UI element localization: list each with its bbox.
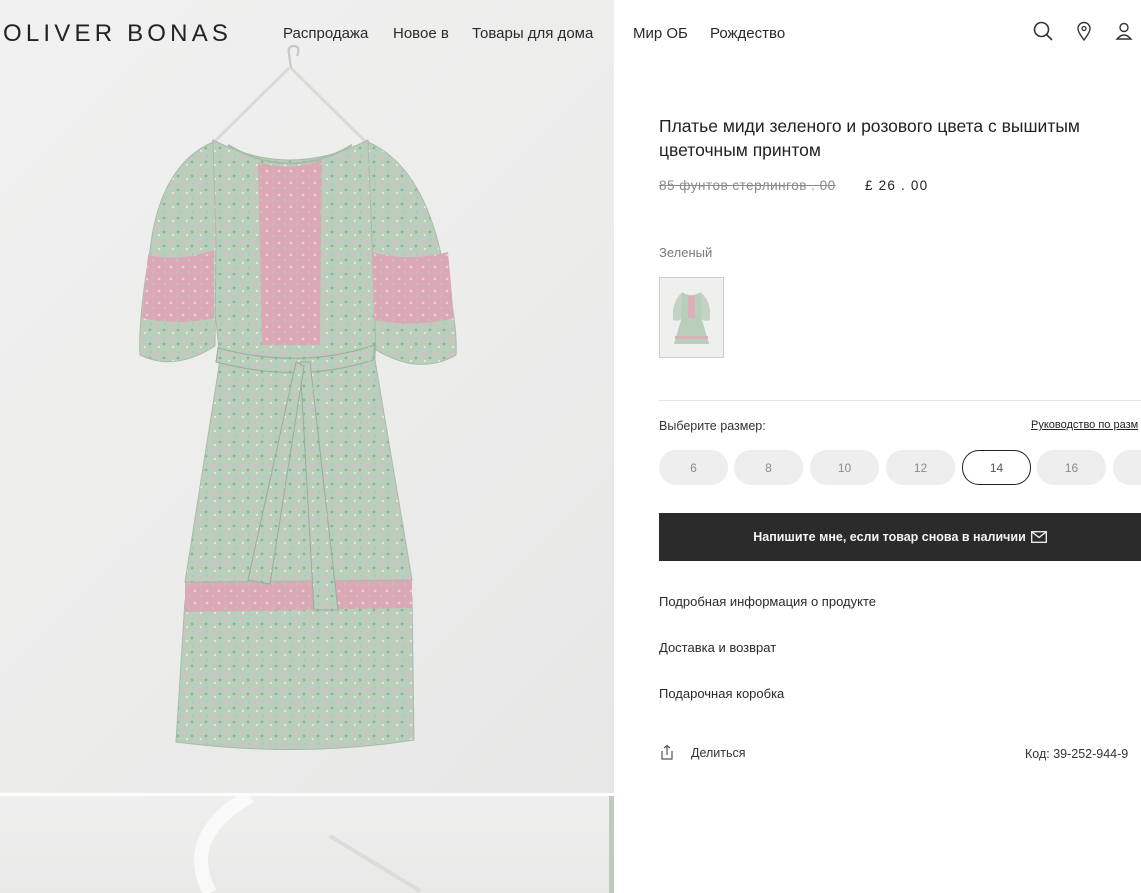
- share-label: Делиться: [691, 746, 746, 760]
- accordion-delivery-returns[interactable]: Доставка и возврат: [659, 640, 776, 655]
- nav-home[interactable]: Товары для дома: [472, 25, 593, 42]
- size-option-16[interactable]: 16: [1037, 450, 1106, 485]
- notify-button-label: Напишите мне, если товар снова в наличии: [753, 530, 1026, 544]
- site-header: OLIVER BONAS Распродажа Новое в Товары д…: [0, 0, 1141, 68]
- sale-price: £ 26 . 00: [865, 178, 929, 193]
- accordion-gift-box[interactable]: Подарочная коробка: [659, 686, 784, 701]
- dress-illustration: [139, 44, 457, 750]
- color-swatch-green[interactable]: [659, 277, 724, 358]
- account-icon[interactable]: [1113, 20, 1135, 42]
- section-divider: [659, 400, 1141, 401]
- size-option-6[interactable]: 6: [659, 450, 728, 485]
- brand-logo[interactable]: OLIVER BONAS: [3, 20, 232, 48]
- size-option-14[interactable]: 14: [962, 450, 1031, 485]
- search-icon[interactable]: [1032, 20, 1054, 42]
- size-option-more[interactable]: [1113, 450, 1141, 485]
- notify-back-in-stock-button[interactable]: Напишите мне, если товар снова в наличии: [659, 513, 1141, 561]
- accordion-product-details[interactable]: Подробная информация о продукте: [659, 594, 876, 609]
- size-option-12[interactable]: 12: [886, 450, 955, 485]
- product-title: Платье миди зеленого и розового цвета с …: [659, 114, 1141, 162]
- size-label: Выберите размер:: [659, 419, 766, 433]
- location-pin-icon[interactable]: [1073, 20, 1095, 42]
- nav-new-in[interactable]: Новое в: [393, 25, 449, 42]
- original-price: 85 фунтов стерлингов . 00: [659, 178, 836, 193]
- nav-sale[interactable]: Распродажа: [283, 25, 368, 42]
- envelope-icon: [1030, 531, 1047, 543]
- share-icon: [659, 744, 675, 762]
- product-code: Код: 39-252-944-9: [1025, 747, 1129, 761]
- product-main-image[interactable]: [0, 0, 614, 793]
- size-option-8[interactable]: 8: [734, 450, 803, 485]
- size-guide-link[interactable]: Руководство по разм: [1031, 419, 1138, 431]
- nav-christmas[interactable]: Рождество: [710, 25, 785, 42]
- product-title-line2: цветочным принтом: [659, 140, 821, 160]
- nav-world-ob[interactable]: Мир ОБ: [633, 25, 688, 42]
- product-second-image[interactable]: [0, 796, 614, 893]
- product-title-line1: Платье миди зеленого и розового цвета с …: [659, 116, 1080, 136]
- size-option-10[interactable]: 10: [810, 450, 879, 485]
- dress-thumbnail: [673, 292, 710, 344]
- hanger-closeup: [194, 796, 614, 893]
- color-label: Зеленый: [659, 245, 713, 260]
